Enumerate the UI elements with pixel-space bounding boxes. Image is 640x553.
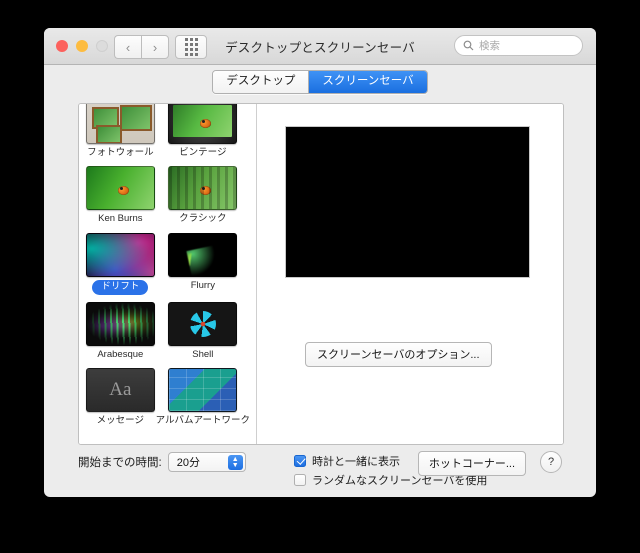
search-field[interactable]: 検索 xyxy=(454,35,583,56)
help-button[interactable]: ? xyxy=(540,451,562,473)
preview-column: スクリーンセーバのオプション... xyxy=(257,104,563,444)
tab-screensaver[interactable]: スクリーンセーバ xyxy=(308,70,427,94)
show-with-clock-checkbox[interactable] xyxy=(294,454,306,467)
screensaver-label: フォトウォール xyxy=(87,147,154,158)
screensaver-label: ビンテージ xyxy=(179,147,227,158)
screensaver-thumbnail[interactable] xyxy=(85,104,155,144)
screensaver-label: Ken Burns xyxy=(98,213,143,225)
screensaver-thumbnail[interactable] xyxy=(85,166,155,211)
screensaver-item[interactable]: ドリフト xyxy=(85,232,156,296)
screensaver-label: クラシック xyxy=(179,213,227,225)
bottom-controls: 開始までの時間: 20分 ▲ ▼ 時計と一緒に表示 ランダムなスクリーンセーバを使… xyxy=(78,451,562,495)
screensaver-grid: フォトウォール ビンテージ Ken Burns クラシックドリフト Flurry Arab… xyxy=(79,104,256,443)
screensaver-thumbnail[interactable] xyxy=(85,368,155,413)
screensaver-label: ドリフト xyxy=(92,279,149,296)
screensaver-item[interactable]: ビンテージ xyxy=(156,104,250,159)
screensaver-thumbnail[interactable] xyxy=(85,232,155,277)
screensaver-thumbnail[interactable] xyxy=(168,104,238,144)
screensaver-item[interactable]: Flurry xyxy=(156,232,250,295)
start-after-label: 開始までの時間: xyxy=(78,457,162,469)
screensaver-label: Shell xyxy=(192,349,214,361)
screensaver-item[interactable]: Shell xyxy=(156,302,250,361)
screensaver-item[interactable]: クラシック xyxy=(156,166,250,225)
screensaver-options-button[interactable]: スクリーンセーバのオプション... xyxy=(305,342,492,367)
start-after-value: 20分 xyxy=(176,457,200,469)
screensaver-thumbnail[interactable] xyxy=(168,368,238,413)
screensaver-preview xyxy=(285,126,530,278)
screensaver-label: Arabesque xyxy=(97,349,144,361)
chevron-updown-icon: ▲ ▼ xyxy=(227,455,243,470)
screensaver-item[interactable]: メッセージ xyxy=(85,368,156,427)
screensaver-label: Flurry xyxy=(190,279,215,291)
search-placeholder: 検索 xyxy=(479,40,500,52)
screensaver-panel: フォトウォール ビンテージ Ken Burns クラシックドリフト Flurry Arab… xyxy=(78,103,564,445)
screensaver-thumbnail[interactable] xyxy=(168,302,238,347)
content-area: フォトウォール ビンテージ Ken Burns クラシックドリフト Flurry Arab… xyxy=(44,99,596,497)
screensaver-item[interactable]: Ken Burns xyxy=(85,166,156,225)
show-with-clock-label: 時計と一緒に表示 xyxy=(312,455,400,468)
screensaver-label: アルバムアートワーク xyxy=(155,415,250,427)
hot-corners-button[interactable]: ホットコーナー... xyxy=(417,451,526,476)
screensaver-thumbnail[interactable] xyxy=(168,232,238,277)
screensaver-item[interactable]: フォトウォール xyxy=(85,104,156,159)
screensaver-list[interactable]: フォトウォール ビンテージ Ken Burns クラシックドリフト Flurry Arab… xyxy=(79,104,257,444)
screensaver-label: メッセージ xyxy=(96,415,144,427)
system-preferences-window: ‹ › デスクトップとスクリーンセーバ 検索 デスクトップ スクリーンセーバ フ… xyxy=(44,28,596,497)
tab-bar: デスクトップ スクリーンセーバ xyxy=(44,65,596,99)
screensaver-thumbnail[interactable] xyxy=(168,166,238,211)
use-random-checkbox[interactable] xyxy=(294,473,306,486)
start-after-popup[interactable]: 20分 ▲ ▼ xyxy=(167,452,246,472)
screensaver-item[interactable]: アルバムアートワーク xyxy=(156,368,250,427)
screensaver-thumbnail[interactable] xyxy=(85,302,155,347)
window-titlebar: ‹ › デスクトップとスクリーンセーバ 検索 xyxy=(44,28,596,65)
search-icon xyxy=(463,40,474,51)
screensaver-item[interactable]: Arabesque xyxy=(85,302,156,361)
tab-desktop[interactable]: デスクトップ xyxy=(213,70,309,94)
